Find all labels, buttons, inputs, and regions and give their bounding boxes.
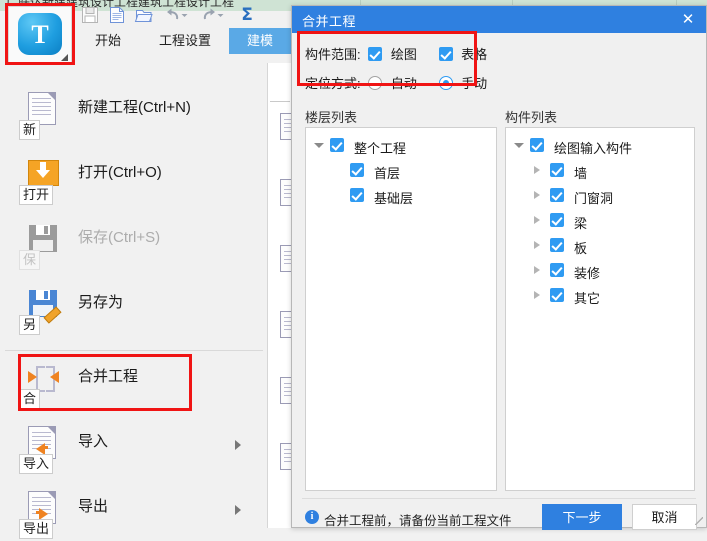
cancel-button[interactable]: 取消	[632, 504, 697, 530]
position-mode-row: 定位方式: 自动 手动	[305, 73, 501, 92]
chevron-right-icon[interactable]	[534, 191, 540, 199]
menu-divider	[5, 350, 263, 351]
menu-item-tooltip: 合	[19, 389, 41, 409]
radio-auto-label: 自动	[390, 76, 417, 91]
tree-node-label: 板	[574, 241, 588, 256]
menu-item-tooltip: 新	[19, 120, 41, 140]
tree-node-label: 梁	[574, 216, 588, 231]
radio-manual-label: 手动	[461, 76, 488, 91]
tree-node-label: 首层	[374, 166, 401, 181]
dropdown-corner-icon	[61, 54, 68, 61]
menu-item-label: 新建工程(Ctrl+N)	[78, 99, 191, 116]
menu-item-label: 导入	[78, 433, 109, 450]
next-step-button[interactable]: 下一步	[542, 504, 622, 530]
position-mode-label: 定位方式:	[305, 76, 361, 91]
tree-node-label: 门窗洞	[574, 191, 614, 206]
menu-item-tooltip: 打开	[19, 185, 54, 205]
menu-item-export[interactable]: 导出 导出	[0, 485, 267, 541]
save-icon[interactable]	[80, 5, 100, 25]
open-icon[interactable]	[134, 5, 154, 25]
list-divider	[270, 101, 290, 102]
checkbox-table-label: 表格	[461, 47, 488, 62]
chevron-right-icon[interactable]	[534, 241, 540, 249]
dialog-titlebar: 合并工程 ✕	[292, 6, 706, 33]
application-logo-button[interactable]: T	[8, 6, 72, 64]
component-list-tree[interactable]: 绘图输入构件 墙 门窗洞 梁 板 装修 其它	[505, 127, 695, 491]
tree-node-label: 基础层	[374, 191, 414, 206]
backstage-menu: 新建工程(Ctrl+N) 新 打开(Ctrl+O) 打开 保存(Ctrl+S) …	[0, 63, 268, 539]
chevron-right-icon[interactable]	[534, 291, 540, 299]
checkbox-node[interactable]	[550, 188, 564, 202]
chevron-down-icon[interactable]	[514, 143, 524, 148]
menu-item-label: 保存(Ctrl+S)	[78, 229, 161, 246]
checkbox-drawing[interactable]	[368, 46, 383, 61]
new-icon[interactable]	[107, 5, 127, 25]
component-scope-row: 构件范围: 绘图 表格	[305, 44, 501, 63]
menu-item-tooltip: 导出	[19, 519, 54, 539]
checkbox-node[interactable]	[550, 163, 564, 177]
component-scope-label: 构件范围:	[305, 47, 361, 62]
menu-item-label: 合并工程	[78, 368, 139, 385]
tab-start[interactable]: 开始	[75, 28, 141, 54]
app-logo-icon: T	[18, 13, 62, 55]
tree-node-label: 其它	[574, 291, 601, 306]
checkbox-node[interactable]	[330, 138, 344, 152]
backup-hint-text: 合并工程前，请备份当前工程文件	[324, 514, 512, 528]
chevron-down-icon[interactable]	[216, 5, 224, 25]
checkbox-drawing-label: 绘图	[390, 47, 417, 62]
menu-item-label: 打开(Ctrl+O)	[78, 164, 162, 181]
tab-modeling[interactable]: 建模	[229, 28, 291, 54]
component-list-header: 构件列表	[505, 110, 558, 125]
tree-node-label: 绘图输入构件	[554, 141, 633, 156]
menu-item-import[interactable]: 导入 导入	[0, 420, 267, 476]
merge-project-dialog: 合并工程 ✕ 构件范围: 绘图 表格 定位方式: 自动 手动 楼层列表 整个工程…	[291, 5, 707, 530]
menu-item-open[interactable]: 打开(Ctrl+O) 打开	[0, 151, 267, 207]
tree-node-label: 整个工程	[354, 141, 407, 156]
radio-manual[interactable]	[438, 75, 453, 90]
menu-item-label: 另存为	[78, 294, 124, 311]
tree-node-label: 墙	[574, 166, 588, 181]
menu-item-new-project[interactable]: 新建工程(Ctrl+N) 新	[0, 86, 267, 142]
floor-list-header: 楼层列表	[305, 110, 358, 125]
menu-item-tooltip: 另	[19, 315, 41, 335]
chevron-right-icon[interactable]	[534, 266, 540, 274]
chevron-down-icon[interactable]	[180, 5, 188, 25]
chevron-right-icon[interactable]	[534, 166, 540, 174]
checkbox-node[interactable]	[550, 213, 564, 227]
submenu-arrow-icon	[235, 440, 241, 450]
chevron-right-icon[interactable]	[534, 216, 540, 224]
floor-list-tree[interactable]: 整个工程 首层 基础层	[305, 127, 497, 491]
quick-access-toolbar: Σ	[75, 2, 295, 28]
checkbox-node[interactable]	[350, 163, 364, 177]
checkbox-node[interactable]	[550, 263, 564, 277]
checkbox-node[interactable]	[530, 138, 544, 152]
chevron-down-icon[interactable]	[314, 143, 324, 148]
sum-icon[interactable]: Σ	[237, 5, 257, 25]
radio-auto[interactable]	[368, 75, 383, 90]
menu-item-merge-project[interactable]: 合并工程 合	[0, 355, 267, 411]
menu-item-tooltip: 保	[19, 250, 41, 270]
dialog-title: 合并工程	[302, 14, 357, 29]
checkbox-node[interactable]	[550, 238, 564, 252]
tree-node-label: 装修	[574, 266, 601, 281]
checkbox-node[interactable]	[550, 288, 564, 302]
close-icon[interactable]: ✕	[678, 10, 698, 28]
resize-grip[interactable]	[695, 517, 703, 525]
app-logo-letter: T	[31, 20, 49, 49]
footer-divider	[302, 498, 696, 499]
checkbox-table[interactable]	[438, 46, 453, 61]
submenu-arrow-icon	[235, 505, 241, 515]
menu-item-label: 导出	[78, 498, 109, 515]
menu-item-save-as[interactable]: 另存为 另	[0, 281, 267, 337]
checkbox-node[interactable]	[350, 188, 364, 202]
tab-project-settings[interactable]: 工程设置	[141, 28, 229, 54]
menu-item-save: 保存(Ctrl+S) 保	[0, 216, 267, 272]
info-icon: i	[305, 510, 319, 524]
menu-item-tooltip: 导入	[19, 454, 54, 474]
